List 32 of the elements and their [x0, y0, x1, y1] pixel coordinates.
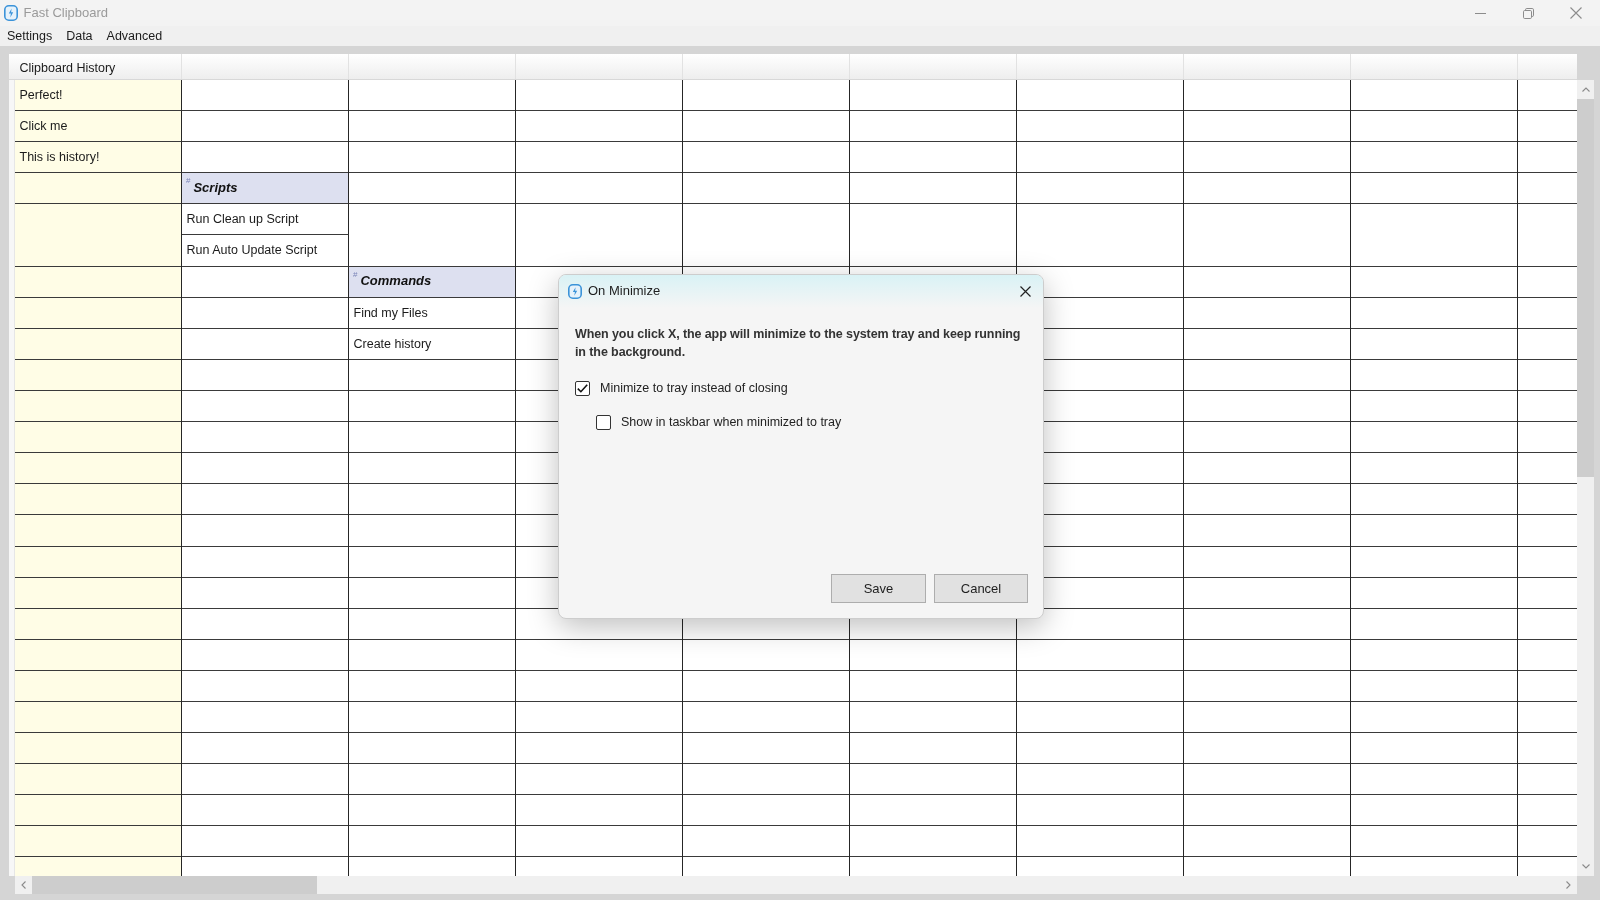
- close-icon: [1019, 286, 1031, 297]
- checkbox-label: Show in taskbar when minimized to tray: [621, 414, 842, 431]
- caret-right-icon: [1566, 881, 1571, 889]
- column-header[interactable]: Clipboard History: [15, 54, 182, 79]
- dialog-title: On Minimize: [588, 283, 661, 300]
- save-button[interactable]: Save: [831, 574, 926, 603]
- minimize-icon: [1474, 12, 1486, 14]
- menu-item[interactable]: Data: [59, 26, 100, 46]
- window-title: Fast Clipboard: [23, 4, 109, 22]
- hash-mark: #: [186, 177, 191, 186]
- caret-left-icon: [21, 881, 26, 889]
- checkbox[interactable]: [596, 414, 611, 430]
- app-icon: [4, 5, 18, 21]
- group-title: Commands: [360, 273, 432, 291]
- restore-icon: [1522, 7, 1534, 19]
- group-title: Scripts: [193, 179, 238, 197]
- app-icon: [568, 284, 582, 299]
- checkmark-icon: [577, 383, 588, 393]
- checkbox[interactable]: [575, 380, 590, 396]
- dialog-message: When you click X, the app will minimize to the system tray and keep running in the background.: [575, 326, 1022, 361]
- close-icon: [1570, 7, 1582, 19]
- hash-mark: #: [353, 270, 358, 279]
- scrollbar-thumb[interactable]: [1577, 99, 1594, 477]
- checkbox-label: Minimize to tray instead of closing: [600, 380, 788, 397]
- menu-item[interactable]: Settings: [0, 26, 60, 46]
- caret-down-icon: [1581, 864, 1590, 869]
- horizontal-scrollbar[interactable]: [15, 876, 1577, 894]
- scrollbar-thumb[interactable]: [32, 876, 317, 894]
- cancel-button[interactable]: Cancel: [934, 574, 1028, 603]
- menu-item[interactable]: Advanced: [99, 26, 170, 46]
- caret-up-icon: [1581, 87, 1590, 92]
- vertical-scrollbar[interactable]: [1577, 80, 1594, 876]
